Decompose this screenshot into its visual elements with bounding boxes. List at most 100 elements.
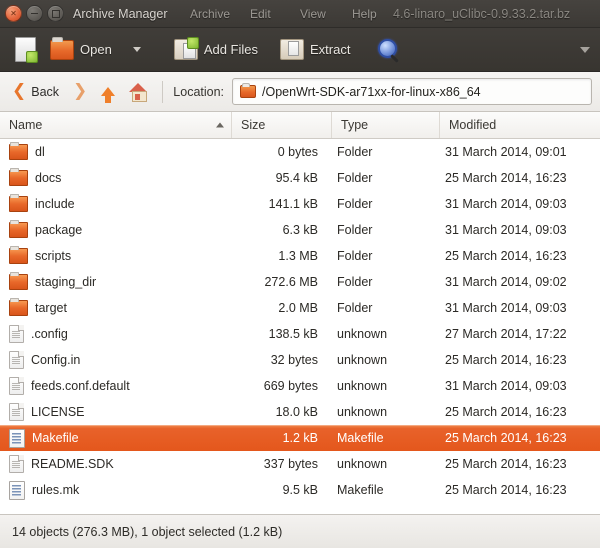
home-button[interactable] xyxy=(125,79,152,105)
cell-size: 6.3 kB xyxy=(282,223,318,237)
cell-type: Folder xyxy=(337,197,373,211)
table-row[interactable]: staging_dir 272.6 MB Folder 31 March 2014, … xyxy=(0,269,600,295)
folder-icon xyxy=(9,246,28,264)
unknown-file-icon xyxy=(9,455,24,473)
cell-modified: 25 March 2014, 16:23 xyxy=(445,483,567,497)
up-button[interactable] xyxy=(97,79,119,105)
column-header-type[interactable]: Type xyxy=(332,112,440,138)
cell-type: Folder xyxy=(337,301,373,315)
status-bar: 14 objects (276.3 MB), 1 object selected… xyxy=(0,514,600,548)
cell-type: unknown xyxy=(337,457,388,471)
maximize-button[interactable] xyxy=(47,5,64,22)
file-name-label: docs xyxy=(35,171,62,185)
cell-type: Folder xyxy=(337,275,373,289)
new-archive-button[interactable] xyxy=(8,33,43,67)
cell-name: staging_dir xyxy=(0,269,232,295)
extract-button[interactable]: Extract xyxy=(273,33,357,67)
cell-modified: 25 March 2014, 16:23 xyxy=(445,249,567,263)
menu-item-edit[interactable]: Edit xyxy=(250,7,271,21)
column-header-modified-label: Modified xyxy=(449,118,497,132)
column-header-type-label: Type xyxy=(341,118,369,132)
table-row[interactable]: LICENSE 18.0 kB unknown 25 March 2014, 16:2… xyxy=(0,399,600,425)
cell-modified: 31 March 2014, 09:03 xyxy=(445,301,567,315)
cell-name: .config xyxy=(0,321,232,347)
cell-size: 141.1 kB xyxy=(268,197,318,211)
file-name-label: Config.in xyxy=(31,353,81,367)
file-name-label: LICENSE xyxy=(31,405,85,419)
cell-name: Config.in xyxy=(0,347,232,373)
cell-type: Folder xyxy=(337,223,373,237)
column-header-name[interactable]: Name xyxy=(0,112,232,138)
cell-modified: 25 March 2014, 16:23 xyxy=(445,171,567,185)
table-row[interactable]: Config.in 32 bytes unknown 25 March 2014, 1… xyxy=(0,347,600,373)
column-header-name-label: Name xyxy=(9,118,43,132)
chevron-down-icon xyxy=(132,47,141,52)
table-row[interactable]: README.SDK 337 bytes unknown 25 March 2014,… xyxy=(0,451,600,477)
menu-item-archive[interactable]: Archive xyxy=(190,7,230,21)
cell-size: 669 bytes xyxy=(263,379,318,393)
title-ghost-overlay: Archive Manager Archive Edit View Help 4… xyxy=(0,0,600,27)
cell-name: package xyxy=(0,217,232,243)
navbar-separator xyxy=(162,80,164,103)
title-bar: ✕ Archive Manager Archive Edit View Help… xyxy=(0,0,600,28)
cell-modified: 31 March 2014, 09:03 xyxy=(445,197,567,211)
cell-modified: 31 March 2014, 09:03 xyxy=(445,223,567,237)
table-row[interactable]: scripts 1.3 MB Folder 25 March 2014, 16:23 xyxy=(0,243,600,269)
search-button[interactable] xyxy=(371,33,406,67)
file-list-body: dl 0 bytes Folder 31 March 2014, 09:01 docs 9… xyxy=(0,139,600,503)
table-row[interactable]: dl 0 bytes Folder 31 March 2014, 09:01 xyxy=(0,139,600,165)
toolbar-overflow-icon[interactable] xyxy=(580,46,590,53)
extract-icon xyxy=(280,39,305,60)
table-row[interactable]: include 141.1 kB Folder 31 March 2014, 09:0… xyxy=(0,191,600,217)
table-row[interactable]: .config 138.5 kB unknown 27 March 2014, 17:… xyxy=(0,321,600,347)
table-row[interactable]: package 6.3 kB Folder 31 March 2014, 09:03 xyxy=(0,217,600,243)
cell-type: Folder xyxy=(337,145,373,159)
cell-size: 138.5 kB xyxy=(268,327,318,341)
column-header-size[interactable]: Size xyxy=(232,112,332,138)
unknown-file-icon xyxy=(9,377,24,395)
cell-modified: 31 March 2014, 09:02 xyxy=(445,275,567,289)
sort-ascending-icon xyxy=(216,122,224,128)
cell-name: Makefile xyxy=(0,425,232,451)
navigation-bar: ❮ Back ❯ Location: /OpenWrt-SDK-ar71xx-f… xyxy=(0,72,600,112)
back-button[interactable]: ❮ Back xyxy=(8,79,63,105)
file-name-label: rules.mk xyxy=(32,483,80,497)
location-input[interactable]: /OpenWrt-SDK-ar71xx-for-linux-x86_64 xyxy=(232,78,592,105)
arrow-up-icon xyxy=(101,87,116,103)
cell-name: scripts xyxy=(0,243,232,269)
file-name-label: staging_dir xyxy=(35,275,97,289)
minimize-button[interactable] xyxy=(26,5,43,22)
table-row[interactable]: feeds.conf.default 669 bytes unknown 31 Mar… xyxy=(0,373,600,399)
window-controls: ✕ xyxy=(0,5,64,22)
close-button[interactable]: ✕ xyxy=(5,5,22,22)
column-header-modified[interactable]: Modified xyxy=(440,112,600,138)
add-files-button[interactable]: Add Files xyxy=(167,33,265,67)
cell-modified: 27 March 2014, 17:22 xyxy=(445,327,567,341)
cell-modified: 31 March 2014, 09:01 xyxy=(445,145,567,159)
open-button[interactable]: Open xyxy=(43,33,119,67)
file-name-label: .config xyxy=(31,327,68,341)
menu-item-help[interactable]: Help xyxy=(352,7,377,21)
chevron-right-icon: ❯ xyxy=(73,81,88,101)
folder-icon xyxy=(9,194,28,212)
cell-type: unknown xyxy=(337,405,388,419)
table-row[interactable]: docs 95.4 kB Folder 25 March 2014, 16:23 xyxy=(0,165,600,191)
extract-button-label: Extract xyxy=(310,42,351,57)
chevron-left-icon: ❮ xyxy=(12,81,27,101)
open-dropdown-button[interactable] xyxy=(119,33,151,67)
cell-modified: 31 March 2014, 09:03 xyxy=(445,379,567,393)
menu-item-view[interactable]: View xyxy=(300,7,326,21)
table-row[interactable]: rules.mk 9.5 kB Makefile 25 March 2014, 16:… xyxy=(0,477,600,503)
archive-name-label: 4.6-linaro_uClibc-0.9.33.2.tar.bz xyxy=(393,6,571,21)
cell-size: 95.4 kB xyxy=(275,171,318,185)
location-path-text: /OpenWrt-SDK-ar71xx-for-linux-x86_64 xyxy=(262,84,481,99)
toolbar: Open Add Files Extract xyxy=(0,28,600,72)
table-row[interactable]: Makefile 1.2 kB Makefile 25 March 2014, 16:… xyxy=(0,425,600,451)
cell-type: unknown xyxy=(337,353,388,367)
table-row[interactable]: target 2.0 MB Folder 31 March 2014, 09:03 xyxy=(0,295,600,321)
home-icon xyxy=(129,83,148,102)
forward-button[interactable]: ❯ xyxy=(69,79,91,105)
unknown-file-icon xyxy=(9,351,24,369)
cell-name: LICENSE xyxy=(0,399,232,425)
file-name-label: dl xyxy=(35,145,45,159)
